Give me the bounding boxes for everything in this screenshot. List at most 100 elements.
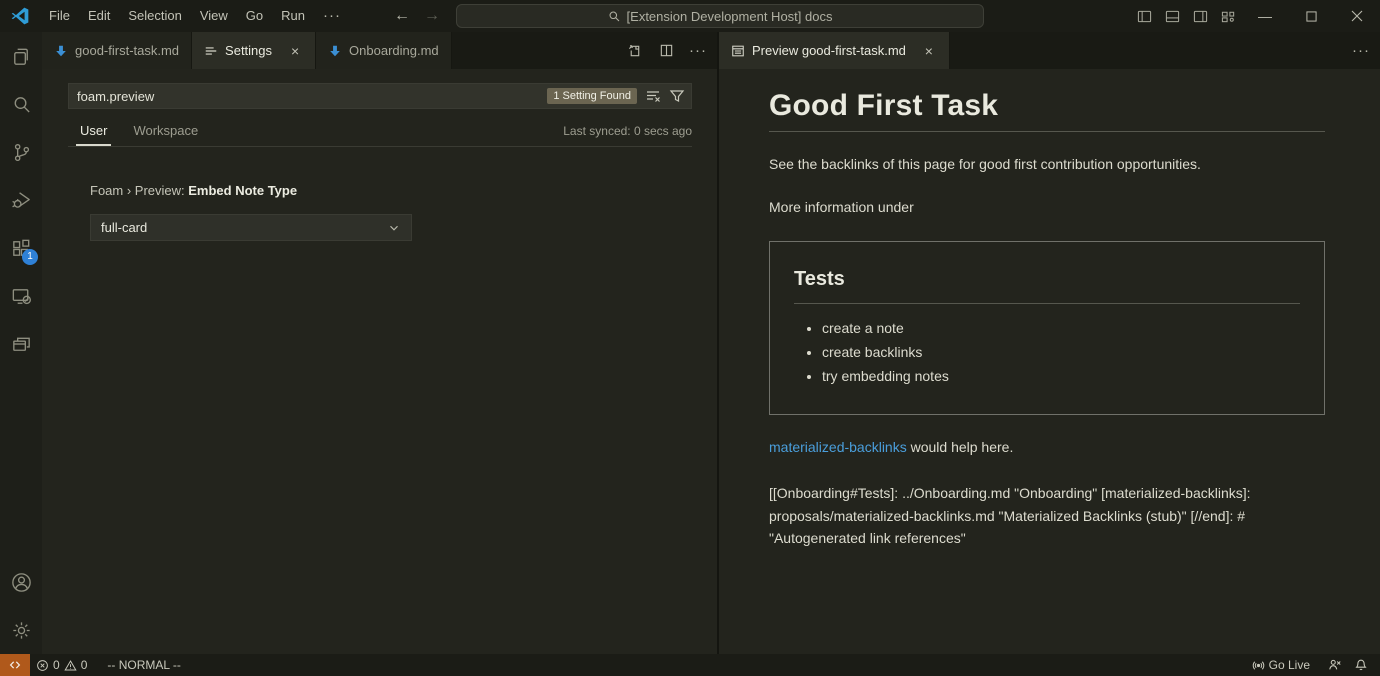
split-editor-icon[interactable]	[655, 40, 677, 62]
tab-label: Preview good-first-task.md	[752, 43, 906, 58]
windows-panels-icon[interactable]	[0, 320, 42, 368]
remote-indicator[interactable]	[0, 654, 30, 676]
setting-value-dropdown[interactable]: full-card	[90, 214, 412, 241]
search-view-icon[interactable]	[0, 80, 42, 128]
menu-go[interactable]: Go	[237, 0, 272, 32]
markdown-preview-content: Good First Task See the backlinks of thi…	[719, 69, 1327, 550]
customize-layout-icon[interactable]	[1214, 0, 1242, 32]
accounts-icon[interactable]	[0, 558, 42, 606]
embedded-note-card: Tests create a note create backlinks try…	[769, 241, 1325, 415]
tab-label: Settings	[225, 43, 272, 58]
toggle-panel-icon[interactable]	[1158, 0, 1186, 32]
preview-heading: Good First Task	[769, 89, 1325, 132]
open-preview-icon[interactable]	[623, 40, 645, 62]
embedded-note-list: create a note create backlinks try embed…	[794, 320, 1300, 384]
vim-mode-text: -- NORMAL --	[107, 658, 181, 672]
maximize-button[interactable]	[1288, 0, 1334, 32]
setting-name: Embed Note Type	[188, 183, 297, 198]
vim-mode-indicator[interactable]: -- NORMAL --	[101, 654, 187, 676]
menu-more[interactable]: ···	[314, 0, 350, 32]
results-count-badge: 1 Setting Found	[547, 88, 637, 104]
markdown-preview-icon	[731, 44, 745, 58]
settings-search-box: 1 Setting Found	[68, 83, 692, 109]
menu-run[interactable]: Run	[272, 0, 314, 32]
feedback-button[interactable]	[1322, 654, 1348, 676]
search-icon	[608, 10, 621, 23]
problems-indicator[interactable]: 0 0	[30, 654, 93, 676]
tab-good-first-task[interactable]: good-first-task.md	[42, 32, 192, 69]
run-debug-icon[interactable]	[0, 176, 42, 224]
tabbar-right: Preview good-first-task.md × ···	[719, 32, 1380, 69]
scope-tab-user[interactable]: User	[76, 123, 111, 146]
error-icon	[36, 659, 49, 672]
tab-preview-good-first-task[interactable]: Preview good-first-task.md ×	[719, 32, 950, 69]
close-window-button[interactable]	[1334, 0, 1380, 32]
status-bar: 0 0 -- NORMAL -- Go Live	[0, 654, 1380, 676]
chevron-down-icon	[387, 221, 401, 235]
menu-selection[interactable]: Selection	[119, 0, 190, 32]
toggle-primary-sidebar-icon[interactable]	[1130, 0, 1158, 32]
window-controls: —	[1130, 0, 1380, 32]
go-live-button[interactable]: Go Live	[1246, 654, 1316, 676]
embedded-note-title: Tests	[794, 268, 1300, 304]
tabbar-left: good-first-task.md Settings × Onboarding…	[42, 32, 717, 69]
manage-gear-icon[interactable]	[0, 606, 42, 654]
setting-category: Foam › Preview:	[90, 183, 188, 198]
materialized-backlinks-link[interactable]: materialized-backlinks	[769, 439, 907, 455]
menu-file[interactable]: File	[40, 0, 79, 32]
vscode-logo-icon	[10, 6, 30, 26]
broadcast-icon	[1252, 659, 1265, 672]
error-count: 0	[53, 658, 60, 672]
editor-group-left: good-first-task.md Settings × Onboarding…	[42, 32, 717, 654]
back-arrow-icon[interactable]: ←	[394, 7, 410, 25]
markdown-file-icon	[54, 44, 68, 58]
preview-paragraph-2: More information under	[769, 197, 1325, 218]
markdown-file-icon	[328, 44, 342, 58]
last-synced-label: Last synced: 0 secs ago	[563, 124, 692, 138]
dropdown-selected-value: full-card	[101, 220, 147, 235]
tab-onboarding[interactable]: Onboarding.md	[316, 32, 452, 69]
titlebar: File Edit Selection View Go Run ··· ← → …	[0, 0, 1380, 32]
toggle-secondary-sidebar-icon[interactable]	[1186, 0, 1214, 32]
extensions-icon[interactable]: 1	[0, 224, 42, 272]
minimize-button[interactable]: —	[1242, 0, 1288, 32]
command-center-search[interactable]: [Extension Development Host] docs	[456, 4, 984, 28]
source-control-icon[interactable]	[0, 128, 42, 176]
remote-explorer-icon[interactable]	[0, 272, 42, 320]
tab-settings[interactable]: Settings ×	[192, 32, 316, 69]
close-tab-icon[interactable]: ×	[287, 43, 303, 59]
notifications-button[interactable]	[1348, 654, 1374, 676]
warning-count: 0	[81, 658, 88, 672]
explorer-icon[interactable]	[0, 32, 42, 80]
settings-scope-tabs: User Workspace Last synced: 0 secs ago	[68, 111, 692, 147]
tabbar-left-actions: ···	[623, 32, 709, 69]
setting-title: Foam › Preview: Embed Note Type	[90, 183, 691, 198]
close-tab-icon[interactable]: ×	[921, 43, 937, 59]
list-item: create backlinks	[822, 344, 1300, 360]
tab-label: good-first-task.md	[75, 43, 179, 58]
filter-funnel-icon[interactable]	[669, 88, 685, 104]
settings-editor: 1 Setting Found User Workspace Last sync…	[42, 69, 717, 241]
forward-arrow-icon[interactable]: →	[424, 7, 440, 25]
history-navigation: ← →	[394, 0, 440, 32]
preview-paragraph-1: See the backlinks of this page for good …	[769, 154, 1325, 175]
preview-link-line: materialized-backlinks would help here.	[769, 437, 1325, 458]
go-live-label: Go Live	[1269, 658, 1310, 672]
scope-tab-workspace[interactable]: Workspace	[129, 123, 202, 146]
menu-edit[interactable]: Edit	[79, 0, 119, 32]
bell-icon	[1354, 658, 1368, 672]
settings-editor-icon	[204, 44, 218, 58]
more-actions-icon[interactable]: ···	[687, 40, 709, 62]
extensions-badge: 1	[22, 249, 38, 265]
setting-item-embed-note-type: Foam › Preview: Embed Note Type full-car…	[90, 183, 691, 241]
list-item: create a note	[822, 320, 1300, 336]
list-item: try embedding notes	[822, 368, 1300, 384]
more-actions-icon[interactable]: ···	[1350, 40, 1372, 62]
menu-view[interactable]: View	[191, 0, 237, 32]
warning-icon	[64, 659, 77, 672]
settings-search-input[interactable]	[69, 84, 547, 108]
tabbar-right-actions: ···	[1350, 32, 1372, 69]
clear-filters-icon[interactable]	[645, 88, 661, 104]
settings-search-controls: 1 Setting Found	[547, 88, 691, 104]
status-bar-right: Go Live	[1246, 654, 1380, 676]
